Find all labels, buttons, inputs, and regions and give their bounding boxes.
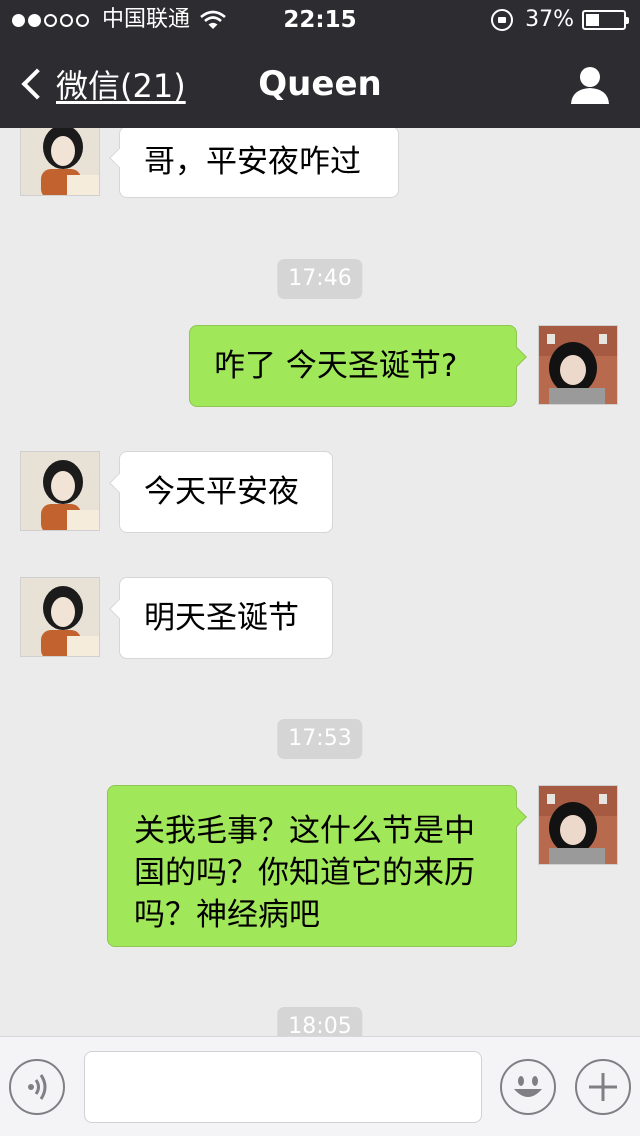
top-bar: 中国联通 22:15 37% 微信(21) Queen xyxy=(0,0,640,128)
contact-avatar[interactable] xyxy=(20,451,100,531)
timestamp: 17:46 xyxy=(277,259,363,299)
voice-icon xyxy=(28,1074,47,1100)
contact-avatar[interactable] xyxy=(20,116,100,196)
message-bubble-incoming[interactable]: 明天圣诞节 xyxy=(109,577,333,659)
emoji-icon xyxy=(514,1076,542,1097)
message-text: 哥，平安夜咋过 xyxy=(144,144,361,180)
message-text: 今天平安夜 xyxy=(144,474,299,510)
battery-fill xyxy=(586,14,600,26)
plus-icon xyxy=(589,1073,617,1101)
voice-button[interactable] xyxy=(9,1059,65,1115)
message-text-line: 关我毛事？这什么节是中 xyxy=(134,813,475,849)
status-right: 37% xyxy=(491,0,629,40)
my-avatar[interactable] xyxy=(538,785,618,865)
message-text-line: 吗？神经病吧 xyxy=(134,897,320,933)
message-bubble-incoming[interactable]: 今天平安夜 xyxy=(109,451,333,533)
message-text: 咋了 今天圣诞节? xyxy=(214,348,458,384)
battery-icon xyxy=(582,10,629,30)
rotation-lock-icon xyxy=(491,9,514,31)
input-bar xyxy=(0,1036,640,1136)
status-bar: 中国联通 22:15 37% xyxy=(0,0,640,40)
timestamp: 17:53 xyxy=(277,719,363,759)
message-text-line: 国的吗？你知道它的来历 xyxy=(134,855,475,891)
emoji-button[interactable] xyxy=(500,1059,556,1115)
person-icon[interactable] xyxy=(570,66,610,104)
chat-title: Queen xyxy=(258,64,382,104)
more-button[interactable] xyxy=(575,1059,631,1115)
message-bubble-outgoing[interactable]: 关我毛事？这什么节是中 国的吗？你知道它的来历 吗？神经病吧 xyxy=(107,785,527,947)
message-bubble-incoming[interactable]: 哥，平安夜咋过 xyxy=(109,126,399,198)
nav-bar: 微信(21) Queen xyxy=(0,40,640,128)
message-text: 明天圣诞节 xyxy=(144,600,299,636)
my-avatar[interactable] xyxy=(538,325,618,405)
battery-percent: 37% xyxy=(525,7,574,32)
message-input[interactable] xyxy=(84,1051,482,1123)
message-bubble-outgoing[interactable]: 咋了 今天圣诞节? xyxy=(189,325,527,407)
contact-avatar[interactable] xyxy=(20,577,100,657)
